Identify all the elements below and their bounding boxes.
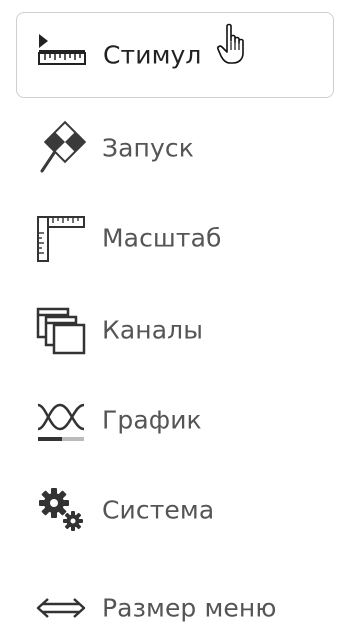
menu-item-system[interactable]: Система <box>16 468 334 552</box>
menu-item-scale[interactable]: Масштаб <box>16 196 334 280</box>
menu-item-channels[interactable]: Каналы <box>16 288 334 372</box>
hand-pointer-icon <box>217 22 247 66</box>
menu-item-label: Размер меню <box>102 593 277 623</box>
menu-item-graph[interactable]: График <box>16 378 334 462</box>
menu-item-label: График <box>102 405 202 435</box>
system-icon <box>32 479 94 541</box>
channels-icon <box>32 299 94 361</box>
menu-item-resize[interactable]: Размер меню <box>16 566 334 639</box>
menu-item-label: Запуск <box>102 133 194 163</box>
launch-icon <box>32 117 94 179</box>
menu-item-launch[interactable]: Запуск <box>16 106 334 190</box>
menu-item-stimulus[interactable]: Стимул <box>16 12 334 98</box>
side-menu: Стимул Запуск Масштаб Каналы График Сист… <box>0 0 339 639</box>
menu-item-label: Каналы <box>102 315 204 345</box>
graph-icon <box>32 389 94 451</box>
menu-item-label: Стимул <box>103 40 202 70</box>
resize-icon <box>32 577 94 639</box>
menu-item-label: Система <box>102 495 215 525</box>
scale-icon <box>32 207 94 269</box>
stimulus-icon <box>33 24 95 86</box>
menu-item-label: Масштаб <box>102 223 222 253</box>
